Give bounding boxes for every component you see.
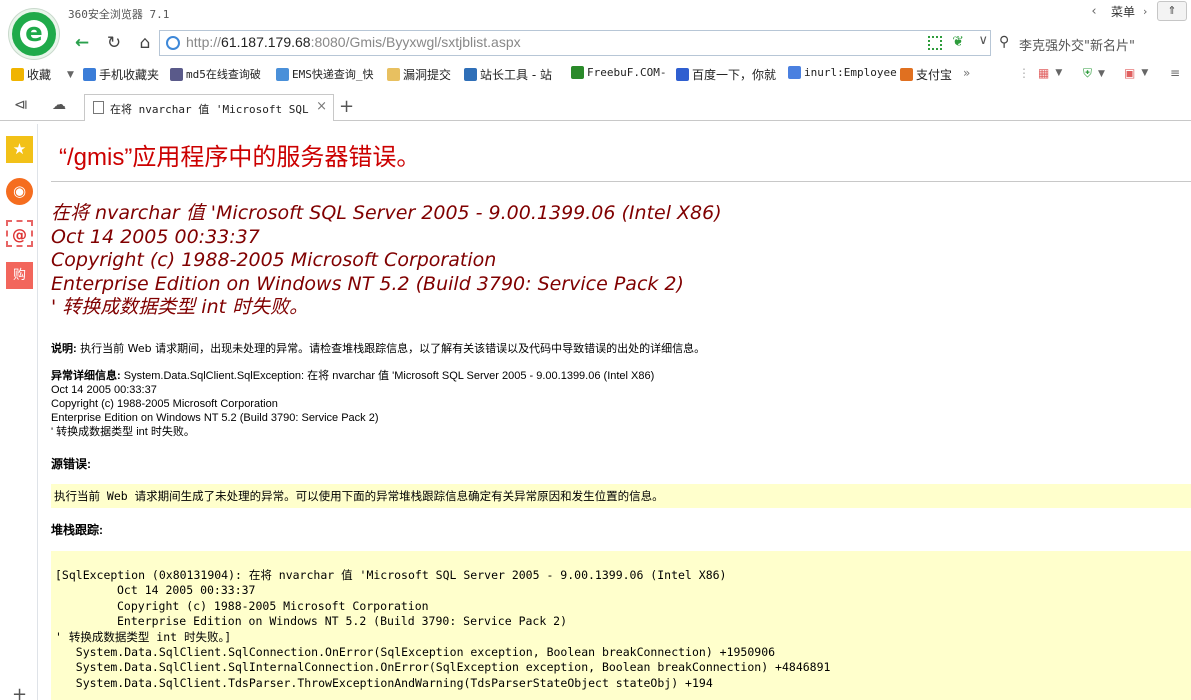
site-globe-icon bbox=[166, 36, 180, 50]
more-favorites-icon[interactable]: » bbox=[963, 66, 970, 80]
new-tab-button[interactable]: + bbox=[339, 96, 354, 117]
weibo-icon[interactable]: ◉ bbox=[6, 178, 33, 205]
error-message: 在将 nvarchar 值 'Microsoft SQL Server 2005… bbox=[51, 202, 722, 318]
stack-line: System.Data.SqlClient.SqlInternalConnect… bbox=[55, 660, 831, 675]
reload-icon[interactable]: ↻ bbox=[102, 31, 126, 55]
source-error-box: 执行当前 Web 请求期间生成了未处理的异常。可以使用下面的异常堆栈跟踪信息确定… bbox=[51, 484, 1191, 508]
exception-text: System.Data.SqlClient.SqlException: 在将 n… bbox=[120, 370, 655, 382]
phone-icon bbox=[83, 68, 96, 81]
apps-icon[interactable]: ▦ ▼ bbox=[1038, 66, 1062, 80]
page-title: “/gmis”应用程序中的服务器错误。 bbox=[59, 144, 421, 171]
navigation-bar: ← ↻ ⌂ http://61.187.179.68:8080/Gmis/Byy… bbox=[0, 28, 1191, 58]
separator-icon: ⋮ bbox=[1018, 66, 1030, 80]
speed-mode-icon[interactable]: ❦ bbox=[952, 34, 964, 50]
favorite-item[interactable]: 百度一下，你就 bbox=[676, 66, 776, 83]
app-title: 360安全浏览器 7.1 bbox=[68, 8, 170, 21]
search-icon[interactable]: ⚲ bbox=[999, 34, 1009, 50]
baidu-paw-icon bbox=[676, 68, 689, 81]
google-icon bbox=[788, 66, 801, 79]
description: 说明: 执行当前 Web 请求期间，出现未处理的异常。请检查堆栈跟踪信息，以了解… bbox=[51, 340, 705, 356]
exception-line: Copyright (c) 1988-2005 Microsoft Corpor… bbox=[51, 398, 278, 410]
security-shield-icon[interactable]: ⛨ ▼ bbox=[1083, 66, 1105, 81]
title-bar: 360安全浏览器 7.1 ‹ 菜单 › ⇑ bbox=[0, 0, 1191, 26]
favorite-item[interactable]: 手机收藏夹 bbox=[83, 66, 159, 83]
stack-line: [SqlException (0x80131904): 在将 nvarchar … bbox=[55, 568, 727, 582]
stack-line: System.Data.SqlClient.TdsParser.ThrowExc… bbox=[55, 675, 713, 690]
exception-line: ' 转换成数据类型 int 时失败。 bbox=[51, 426, 195, 438]
chevron-right-icon[interactable]: › bbox=[1143, 5, 1157, 18]
stack-line: Copyright (c) 1988-2005 Microsoft Corpor… bbox=[117, 598, 429, 613]
stack-line: Enterprise Edition on Windows NT 5.2 (Bu… bbox=[117, 614, 568, 629]
tab-bar: ⧏ ☁ 在将 nvarchar 值 'Microsoft SQL Se × + bbox=[0, 93, 1191, 121]
alipay-icon bbox=[900, 68, 913, 81]
tab-active[interactable]: 在将 nvarchar 值 'Microsoft SQL Se × bbox=[84, 94, 334, 121]
sidebar-toggle-icon[interactable]: ⧏ bbox=[14, 97, 28, 113]
add-icon[interactable]: + bbox=[12, 684, 27, 700]
url-text[interactable]: http://61.187.179.68:8080/Gmis/Byyxwgl/s… bbox=[186, 34, 521, 50]
home-icon[interactable]: ⌂ bbox=[133, 31, 157, 55]
exception-details: 异常详细信息: System.Data.SqlClient.SqlExcepti… bbox=[51, 369, 654, 439]
cloud-icon[interactable]: ☁ bbox=[52, 97, 66, 113]
qr-code-icon[interactable] bbox=[928, 36, 942, 50]
grid-icon bbox=[170, 67, 183, 81]
stack-line: ' 转换成数据类型 int 时失败。] bbox=[55, 629, 232, 644]
close-icon[interactable]: × bbox=[316, 99, 327, 114]
divider bbox=[51, 181, 1191, 182]
favorites-bar: 收藏 ▼ 手机收藏夹 md5在线查询破 EMS快递查询_快 漏洞提交 站长工具 -… bbox=[0, 62, 1191, 88]
browser-logo-icon[interactable]: e bbox=[9, 9, 59, 59]
freebuf-icon bbox=[571, 66, 584, 79]
sidebar: ★ ◉ @ 购 + bbox=[0, 124, 38, 700]
search-input[interactable]: 李克强外交"新名片" bbox=[1019, 35, 1135, 54]
address-bar[interactable]: http://61.187.179.68:8080/Gmis/Byyxwgl/s… bbox=[159, 30, 991, 56]
pin-icon[interactable]: ⇑ bbox=[1157, 1, 1187, 21]
chevron-down-icon[interactable]: ∨ bbox=[978, 33, 988, 48]
favorite-item[interactable]: 支付宝 bbox=[900, 66, 952, 83]
favorite-item[interactable]: 站长工具 - 站 bbox=[464, 66, 552, 83]
stack-line: System.Data.SqlClient.SqlConnection.OnEr… bbox=[55, 645, 776, 660]
email-icon[interactable]: @ bbox=[6, 220, 33, 247]
favorites-star-icon[interactable]: ★ bbox=[6, 136, 33, 163]
exception-line: Enterprise Edition on Windows NT 5.2 (Bu… bbox=[51, 412, 379, 424]
star-icon bbox=[11, 68, 24, 81]
adblock-icon[interactable]: ▣ ▼ bbox=[1124, 66, 1148, 80]
favorites-star-button[interactable]: 收藏 ▼ bbox=[11, 66, 74, 83]
toolbar-menu-icon[interactable]: ≡ bbox=[1170, 66, 1180, 80]
shopping-icon[interactable]: 购 bbox=[6, 262, 33, 289]
window-controls: ‹ 菜单 › ⇑ bbox=[1085, 0, 1191, 22]
exception-line: Oct 14 2005 00:33:37 bbox=[51, 384, 157, 396]
document-icon bbox=[93, 101, 104, 114]
page-content: “/gmis”应用程序中的服务器错误。 在将 nvarchar 值 'Micro… bbox=[51, 124, 1191, 700]
tool-icon bbox=[464, 68, 477, 81]
back-icon[interactable]: ← bbox=[70, 31, 94, 55]
globe-icon bbox=[276, 67, 289, 81]
search-box[interactable]: ⚲ 李克强外交"新名片" bbox=[995, 30, 1191, 56]
favorite-item[interactable]: FreebuF.COM- bbox=[571, 66, 666, 79]
favorite-item[interactable]: EMS快递查询_快 bbox=[276, 66, 374, 82]
favorite-item[interactable]: 漏洞提交 bbox=[387, 66, 451, 83]
favorite-item[interactable]: md5在线查询破 bbox=[170, 66, 261, 82]
stack-trace-label: 堆栈跟踪: bbox=[51, 523, 103, 537]
folder-icon bbox=[387, 68, 400, 81]
menu-button[interactable]: 菜单 bbox=[1103, 3, 1143, 20]
tab-title: 在将 nvarchar 值 'Microsoft SQL Se bbox=[110, 103, 310, 116]
chevron-left-icon[interactable]: ‹ bbox=[1085, 4, 1103, 19]
description-text: 执行当前 Web 请求期间，出现未处理的异常。请检查堆栈跟踪信息，以了解有关该错… bbox=[76, 342, 706, 355]
description-label: 说明: bbox=[51, 343, 77, 355]
stack-trace-box: [SqlException (0x80131904): 在将 nvarchar … bbox=[51, 551, 1191, 700]
favorite-item[interactable]: inurl:Employee bbox=[788, 66, 897, 79]
source-error-label: 源错误: bbox=[51, 457, 91, 471]
exception-label: 异常详细信息: bbox=[51, 370, 121, 382]
stack-line: Oct 14 2005 00:33:37 bbox=[117, 583, 256, 598]
